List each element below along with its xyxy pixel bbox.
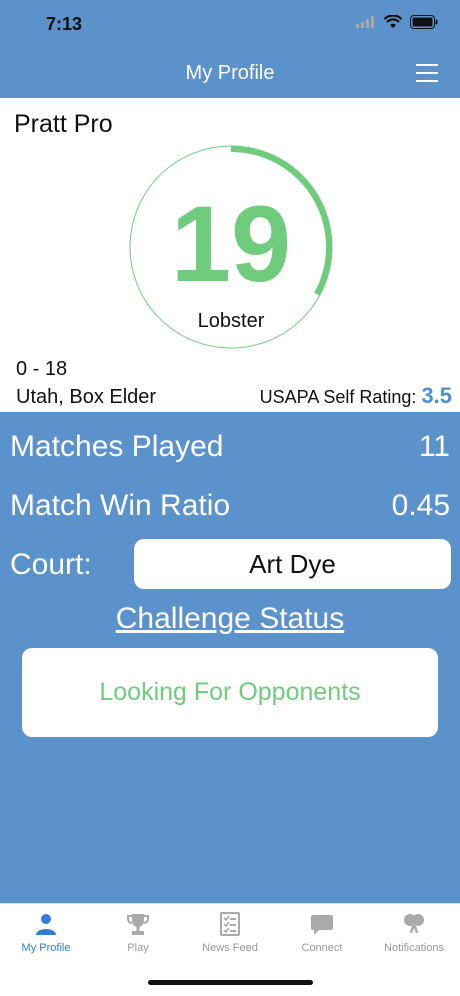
tab-label: Connect	[301, 942, 343, 954]
self-rating-value: 3.5	[421, 383, 452, 408]
tab-label: Play	[127, 942, 149, 954]
rating-number: 19	[170, 183, 292, 304]
person-icon	[36, 914, 56, 935]
rating-label: Lobster	[197, 310, 265, 332]
tab-news-feed[interactable]: News Feed	[184, 912, 276, 954]
paddles-icon	[404, 914, 424, 934]
status-time: 7:13	[46, 14, 83, 34]
tab-play[interactable]: Play	[92, 912, 184, 954]
win-ratio-label: Match Win Ratio	[10, 489, 231, 522]
tab-connect[interactable]: Connect	[276, 912, 368, 954]
challenge-status-link[interactable]: Challenge Status	[0, 602, 460, 636]
matches-played-label: Matches Played	[10, 430, 224, 463]
matches-played-row: Matches Played 11	[10, 430, 450, 464]
matches-played-value: 11	[418, 430, 450, 463]
court-label: Court:	[10, 548, 92, 581]
location: Utah, Box Elder	[16, 386, 157, 408]
court-selector[interactable]: Art Dye	[134, 539, 451, 589]
profile-card: Pratt Pro 19 Lobster 0 - 18 Utah, Box El…	[0, 98, 460, 412]
win-ratio-value: 0.45	[391, 489, 450, 522]
status-icons	[356, 15, 438, 29]
tab-label: Notifications	[384, 942, 444, 954]
tab-label: News Feed	[202, 942, 258, 954]
battery-icon	[410, 15, 438, 29]
challenge-status-button[interactable]: Looking For Opponents	[22, 648, 438, 737]
hamburger-menu-icon[interactable]	[416, 64, 438, 84]
nav-bar: My Profile	[0, 50, 460, 98]
status-bar: 7:13	[0, 0, 460, 50]
trophy-icon	[127, 914, 149, 935]
page-title: My Profile	[185, 62, 275, 84]
self-rating-label: USAPA Self Rating:	[259, 387, 417, 407]
tab-my-profile[interactable]: My Profile	[0, 912, 92, 954]
wifi-icon	[384, 15, 402, 28]
checklist-icon	[220, 912, 240, 936]
self-rating: USAPA Self Rating: 3.5	[260, 383, 452, 409]
win-loss-record: 0 - 18	[16, 358, 68, 380]
home-indicator	[148, 980, 313, 985]
chat-bubble-icon	[311, 915, 333, 935]
win-ratio-row: Match Win Ratio 0.45	[10, 489, 450, 523]
tab-label: My Profile	[21, 942, 71, 954]
player-name: Pratt Pro	[14, 110, 113, 138]
tab-notifications[interactable]: Notifications	[368, 912, 460, 954]
signal-icon	[356, 16, 374, 28]
